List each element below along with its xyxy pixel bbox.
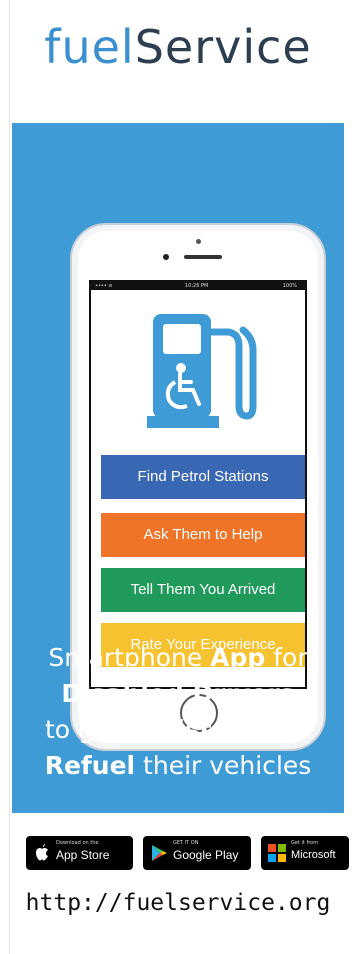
phone-sensor	[196, 239, 201, 244]
logo-service: Service	[134, 20, 312, 74]
battery-indicator: 100%	[282, 283, 297, 289]
app-store-badge[interactable]: Download on the App Store	[26, 836, 133, 870]
logo-fuel: fuel	[44, 20, 135, 74]
apple-icon	[36, 844, 48, 861]
ask-them-to-help-button[interactable]: Ask Them to Help	[101, 513, 305, 557]
tagline: Smartphone App for Disabled Drivers to g…	[12, 640, 344, 784]
app-store-label: App Store	[56, 848, 110, 862]
tell-them-you-arrived-button[interactable]: Tell Them You Arrived	[101, 568, 305, 612]
phone-speaker	[184, 255, 222, 259]
google-play-small-text: GET IT ON	[173, 840, 199, 846]
website-url[interactable]: http://fuelservice.org	[0, 885, 356, 921]
google-play-icon	[152, 845, 167, 861]
app-store-small-text: Download on the	[56, 840, 99, 846]
signal-indicator: •••• ≋	[95, 283, 113, 289]
find-petrol-stations-button[interactable]: Find Petrol Stations	[101, 455, 305, 499]
store-badges: Download on the App Store GET IT ON Goog…	[26, 836, 349, 870]
tagline-line-3: to get Assistance to	[44, 715, 312, 744]
phone-screen: •••• ≋ 10:26 PM 100% Find Petrol Station…	[89, 280, 307, 689]
tagline-line-2: Disabled Drivers	[61, 679, 295, 708]
app-logo: fuelService	[0, 12, 356, 82]
microsoft-store-badge[interactable]: Get it from Microsoft	[261, 836, 349, 870]
microsoft-label: Microsoft	[291, 849, 336, 861]
accessible-fuel-pump-icon	[147, 314, 257, 428]
tagline-line-1: Smartphone App for	[48, 643, 308, 672]
phone-camera	[163, 254, 169, 260]
status-time: 10:26 PM	[185, 283, 209, 289]
microsoft-icon	[268, 844, 286, 862]
tagline-line-4: Refuel their vehicles	[44, 751, 312, 780]
left-border	[9, 0, 10, 954]
status-bar: •••• ≋ 10:26 PM 100%	[91, 282, 305, 290]
google-play-badge[interactable]: GET IT ON Google Play	[143, 836, 251, 870]
google-play-label: Google Play	[173, 848, 239, 862]
microsoft-small-text: Get it from	[291, 840, 319, 846]
